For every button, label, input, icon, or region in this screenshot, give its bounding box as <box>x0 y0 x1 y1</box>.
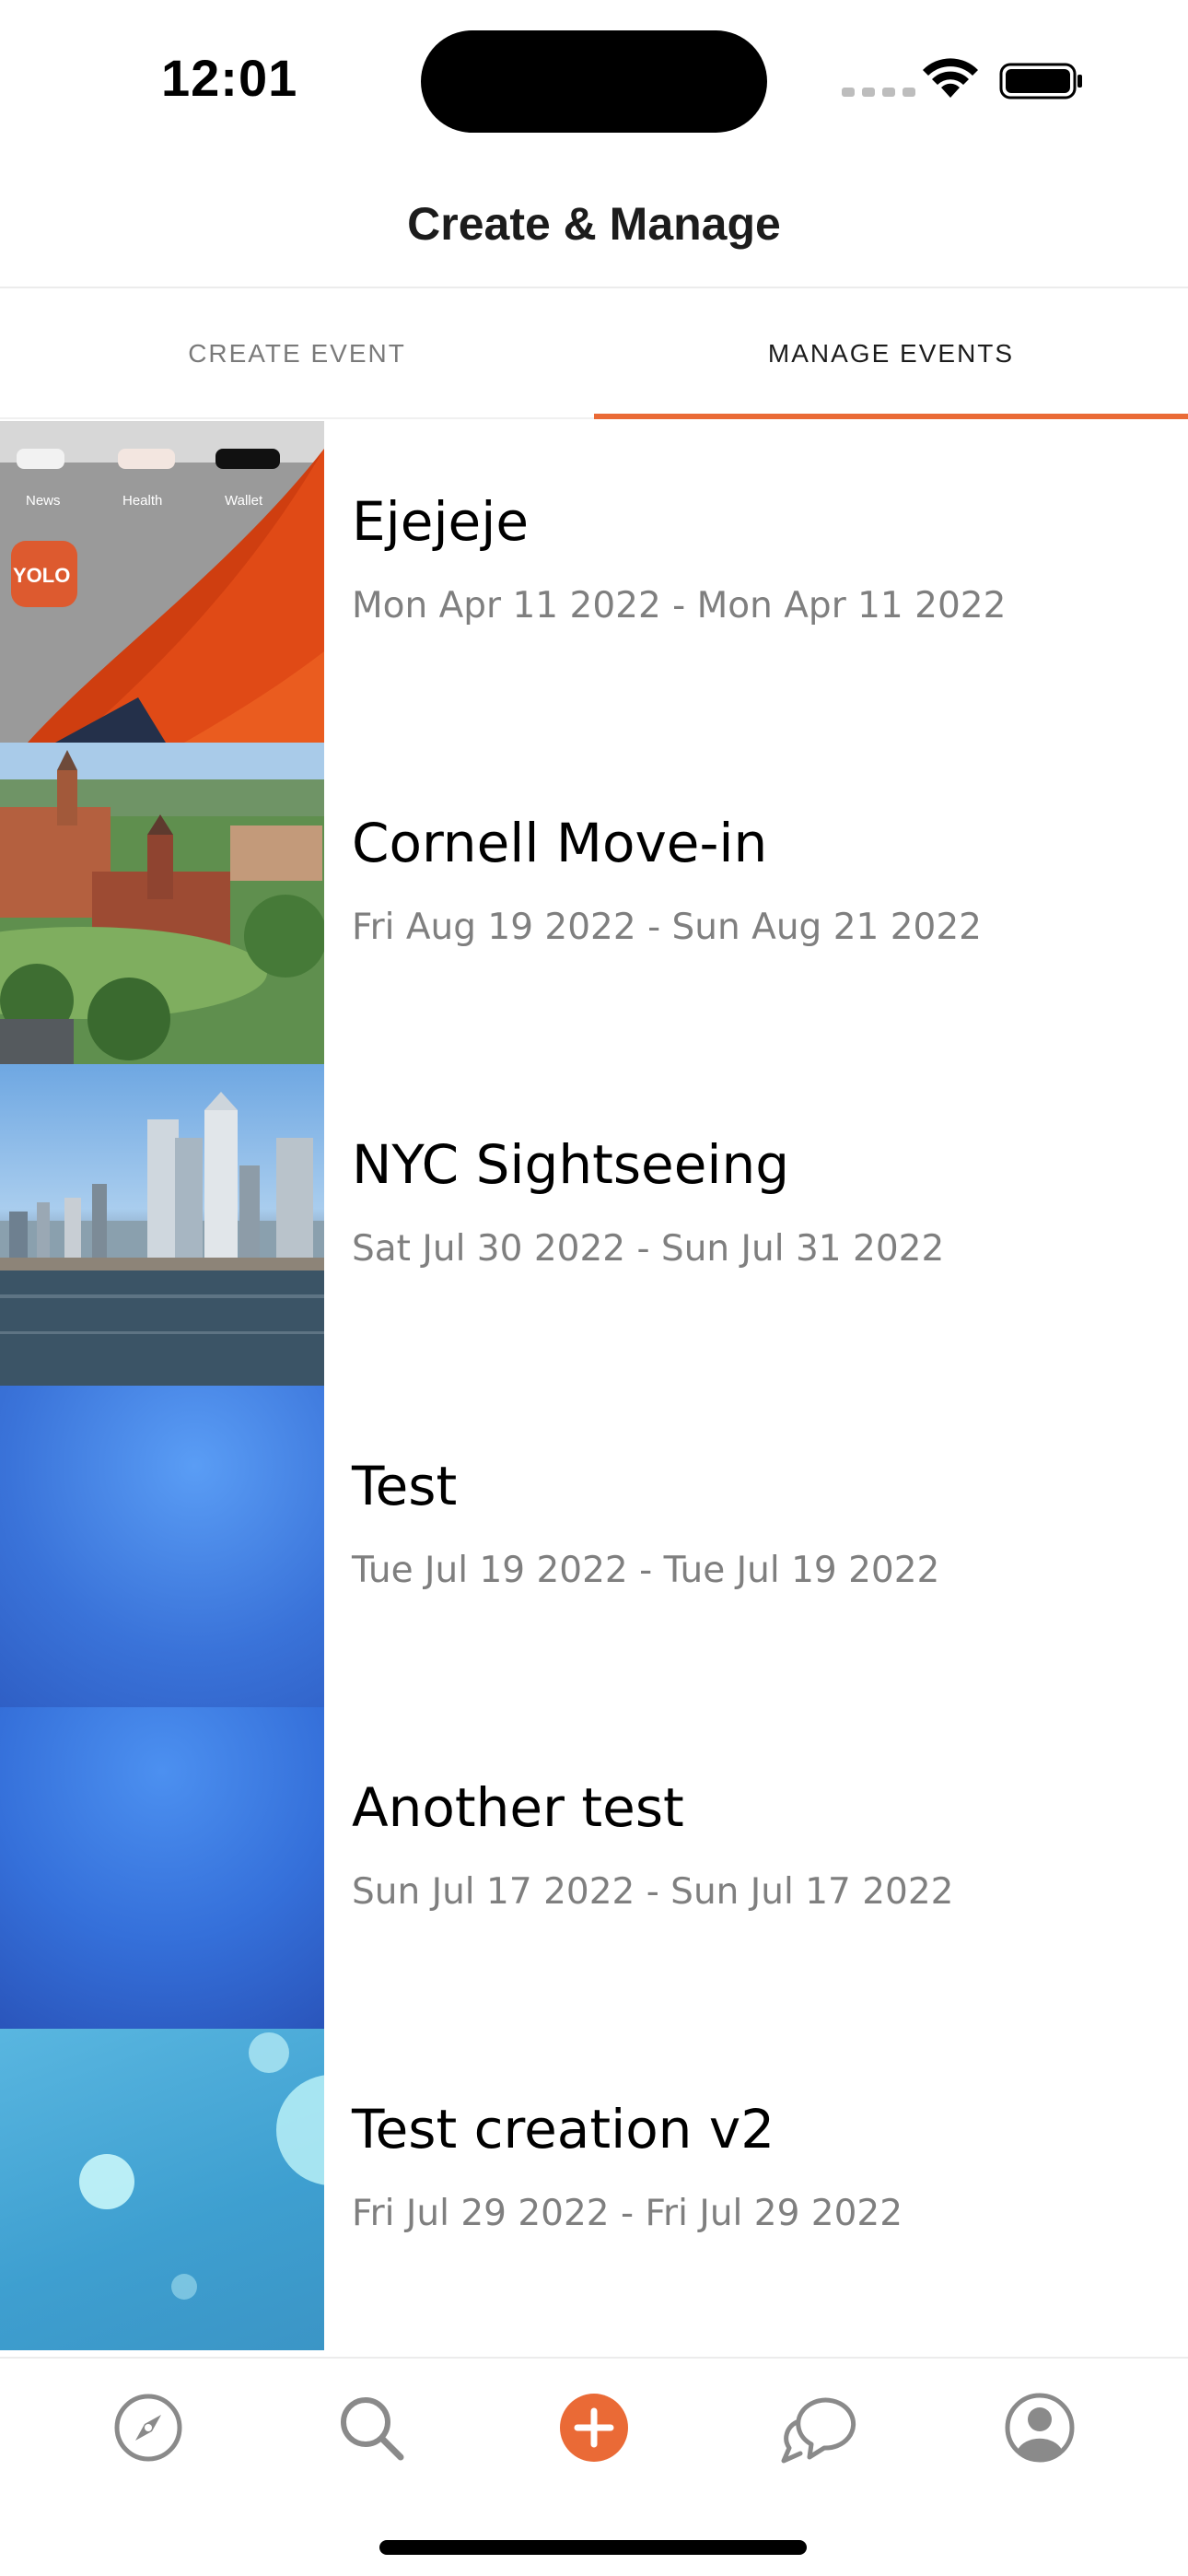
blue-bubbles-art <box>79 2032 324 2300</box>
event-info: Another test Sun Jul 17 2022 - Sun Jul 1… <box>324 1707 954 2029</box>
wallet-app-label: Wallet <box>225 493 263 509</box>
event-row[interactable]: Test Tue Jul 19 2022 - Tue Jul 19 2022 <box>0 1386 1188 1707</box>
event-name: Test <box>352 1455 458 1517</box>
event-dates: Sat Jul 30 2022 - Sun Jul 31 2022 <box>352 1228 945 1270</box>
nav-create[interactable] <box>543 2377 645 2478</box>
add-circle-icon <box>560 2394 628 2462</box>
event-name: Ejejeje <box>352 490 530 553</box>
event-thumbnail <box>0 1064 324 1386</box>
battery-icon <box>999 63 1082 100</box>
event-thumbnail <box>0 1386 324 1707</box>
city-skyline-photo <box>0 1092 324 1386</box>
event-row[interactable]: Test creation v2 Fri Jul 29 2022 - Fri J… <box>0 2029 1188 2350</box>
tab-manage-events[interactable]: MANAGE EVENTS <box>594 290 1188 419</box>
dynamic-island <box>421 30 767 133</box>
event-info: Cornell Move-in Fri Aug 19 2022 - Sun Au… <box>324 743 982 1064</box>
event-row[interactable]: Another test Sun Jul 17 2022 - Sun Jul 1… <box>0 1707 1188 2029</box>
app-badge-label: YOLO <box>13 564 71 587</box>
event-dates: Fri Jul 29 2022 - Fri Jul 29 2022 <box>352 2193 903 2234</box>
tab-bar: CREATE EVENT MANAGE EVENTS <box>0 290 1188 419</box>
event-info: Test creation v2 Fri Jul 29 2022 - Fri J… <box>324 2029 903 2350</box>
event-row[interactable]: News Health Wallet YOLO Ejejeje Mon Apr … <box>0 421 1188 743</box>
tab-create-event[interactable]: CREATE EVENT <box>0 290 594 417</box>
event-name: Test creation v2 <box>352 2098 775 2160</box>
wifi-icon <box>923 58 978 98</box>
page-title: Create & Manage <box>407 198 781 250</box>
event-dates: Sun Jul 17 2022 - Sun Jul 17 2022 <box>352 1871 954 1913</box>
chat-bubbles-icon <box>781 2397 856 2464</box>
status-time: 12:01 <box>161 49 298 107</box>
nav-search[interactable] <box>320 2377 422 2478</box>
health-app-label: Health <box>122 493 163 509</box>
event-info: NYC Sightseeing Sat Jul 30 2022 - Sun Ju… <box>324 1064 944 1386</box>
event-dates: Mon Apr 11 2022 - Mon Apr 11 2022 <box>352 585 1007 626</box>
compass-icon <box>114 2394 182 2462</box>
event-name: Another test <box>352 1776 684 1839</box>
bottom-nav <box>0 2357 1188 2497</box>
search-icon <box>341 2397 404 2461</box>
nav-profile[interactable] <box>989 2377 1090 2478</box>
event-row[interactable]: NYC Sightseeing Sat Jul 30 2022 - Sun Ju… <box>0 1064 1188 1386</box>
event-thumbnail <box>0 1707 324 2029</box>
campus-photo <box>0 743 324 1064</box>
profile-icon <box>1005 2393 1075 2463</box>
status-bar: 12:01 <box>0 0 1188 161</box>
event-dates: Fri Aug 19 2022 - Sun Aug 21 2022 <box>352 907 982 948</box>
event-thumbnail <box>0 2029 324 2350</box>
event-info: Ejejeje Mon Apr 11 2022 - Mon Apr 11 202… <box>324 421 1006 743</box>
news-app-label: News <box>26 493 61 509</box>
nav-messages[interactable] <box>766 2377 868 2478</box>
event-info: Test Tue Jul 19 2022 - Tue Jul 19 2022 <box>324 1386 939 1707</box>
event-row[interactable]: Cornell Move-in Fri Aug 19 2022 - Sun Au… <box>0 743 1188 1064</box>
event-list: News Health Wallet YOLO Ejejeje Mon Apr … <box>0 421 1188 2359</box>
nav-explore[interactable] <box>98 2377 199 2478</box>
event-thumbnail <box>0 743 324 1064</box>
event-thumbnail: News Health Wallet YOLO <box>0 421 324 743</box>
event-name: NYC Sightseeing <box>352 1133 790 1196</box>
event-dates: Tue Jul 19 2022 - Tue Jul 19 2022 <box>352 1550 940 1591</box>
cellular-signal-icon <box>842 88 915 97</box>
header: Create & Manage <box>0 161 1188 288</box>
home-indicator <box>379 2540 807 2555</box>
event-name: Cornell Move-in <box>352 812 768 874</box>
